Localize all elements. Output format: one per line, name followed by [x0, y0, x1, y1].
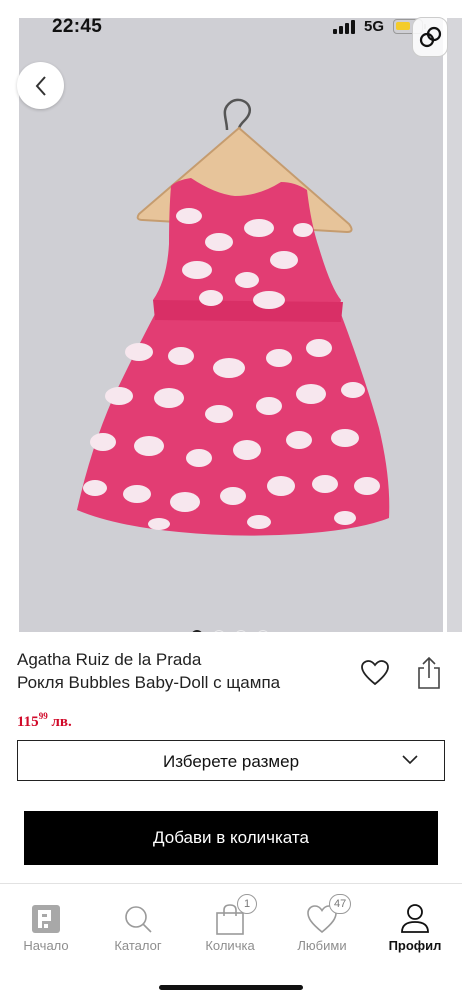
- dress-image: [77, 98, 390, 536]
- favorites-count-badge: 47: [329, 894, 352, 914]
- chevron-down-icon: [402, 755, 418, 765]
- brand-logo-icon: [32, 905, 60, 933]
- cart-count-badge: 1: [237, 894, 257, 914]
- product-brand: Agatha Ruiz de la Prada: [17, 650, 202, 669]
- favorite-button[interactable]: [361, 660, 389, 686]
- share-icon: [418, 656, 440, 689]
- network-type: 5G: [364, 18, 385, 35]
- tab-label: Любими: [297, 938, 347, 953]
- tab-catalog[interactable]: Каталог: [93, 896, 183, 956]
- tab-home[interactable]: Начало: [1, 896, 91, 956]
- gallery-dot[interactable]: [235, 630, 247, 632]
- size-select-label: Изберете размер: [162, 752, 300, 771]
- profile-icon: [401, 904, 429, 933]
- status-bar: 22:45 5G: [0, 0, 462, 57]
- tab-label: Количка: [205, 938, 255, 953]
- link-icon[interactable]: [412, 17, 448, 57]
- back-button[interactable]: [17, 62, 64, 109]
- gallery-dot[interactable]: [257, 630, 269, 632]
- home-indicator: [159, 985, 303, 990]
- tab-profile[interactable]: Профил: [370, 896, 460, 956]
- signal-icon: [333, 20, 355, 34]
- size-select[interactable]: Изберете размер: [17, 740, 445, 781]
- share-button[interactable]: [416, 656, 442, 690]
- product-price: 11599 лв.: [17, 711, 72, 730]
- next-image-peek[interactable]: [447, 18, 462, 632]
- add-to-cart-button[interactable]: Добави в количката: [24, 811, 438, 865]
- product-name: Рокля Bubbles Baby-Doll с щампа: [17, 673, 281, 692]
- search-icon: [125, 906, 152, 933]
- tab-label: Начало: [23, 938, 69, 953]
- gallery-dot[interactable]: [191, 630, 203, 632]
- product-gallery[interactable]: [19, 18, 443, 632]
- tab-cart[interactable]: 1 Количка: [185, 894, 275, 956]
- gallery-dots: [19, 630, 443, 632]
- tab-favorites[interactable]: 47 Любими: [277, 894, 367, 956]
- bottom-tab-bar: Начало Каталог 1 Количка 47 Любими Профи…: [0, 883, 462, 999]
- tab-label: Профил: [388, 938, 442, 953]
- chevron-left-icon: [35, 75, 46, 96]
- gallery-dot[interactable]: [213, 630, 225, 632]
- tab-label: Каталог: [114, 938, 162, 953]
- status-time: 22:45: [52, 16, 103, 37]
- heart-icon: [361, 660, 389, 686]
